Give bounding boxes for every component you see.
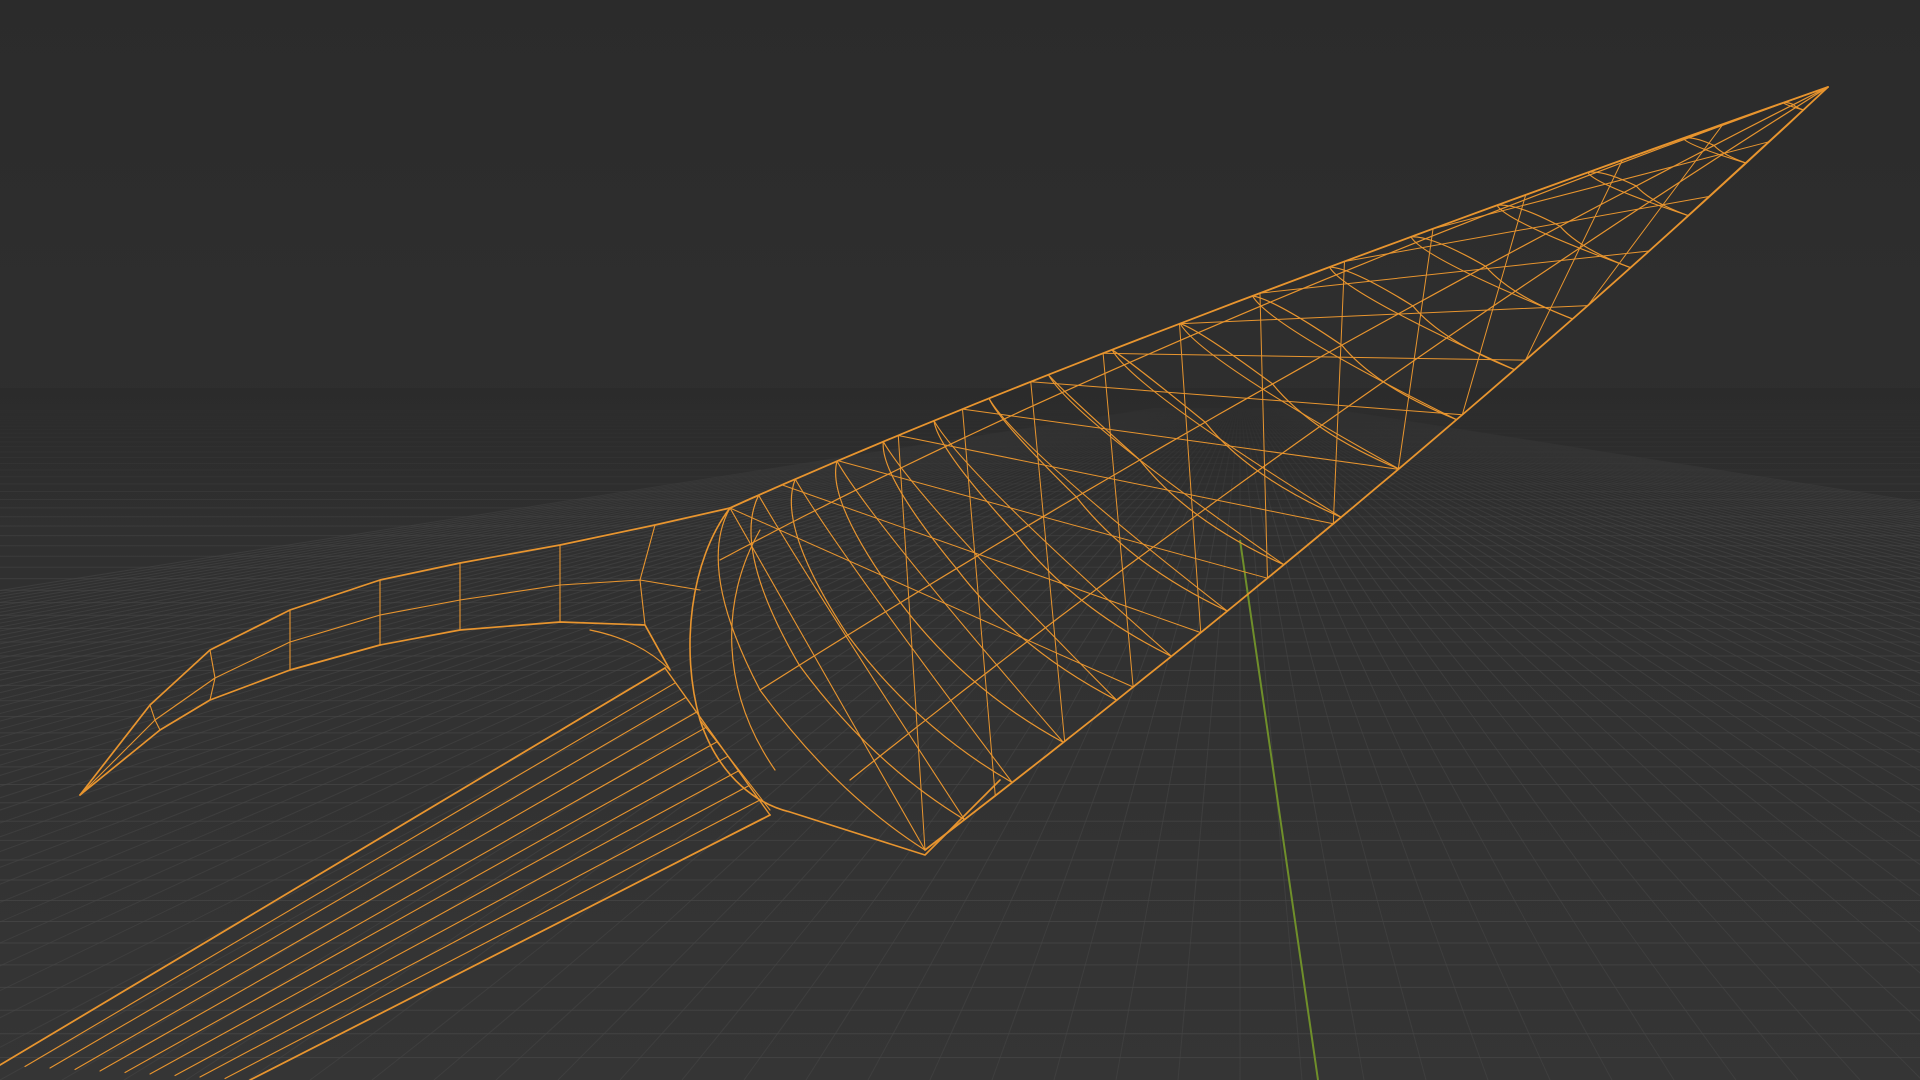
guard-hook-edge (79, 579, 701, 796)
grip-edge (49, 696, 687, 1069)
blade-lattice (1102, 352, 1134, 688)
blade-lattice (1179, 323, 1202, 634)
blade-lattice (1461, 194, 1527, 416)
sword-blade-wireframe[interactable] (0, 86, 1829, 1080)
grip-edge (174, 770, 740, 1077)
grip-edge (249, 814, 771, 1080)
blade-edge (719, 86, 1829, 561)
blade-cross-section (1047, 374, 1285, 566)
blade-cross-section (1111, 349, 1342, 518)
wireframe-mesh[interactable] (0, 0, 1920, 1080)
grip-edge (99, 726, 708, 1072)
grip-edge (224, 799, 761, 1080)
blade-cross-section (835, 460, 1064, 744)
grip-edge (199, 785, 750, 1078)
blade-cross-section-back (1179, 322, 1400, 470)
blade-lattice (1343, 195, 1711, 262)
blade-lattice (1397, 228, 1434, 470)
blade-lattice (1332, 260, 1345, 525)
guard-hook-edge (79, 507, 731, 796)
blade-lattice (1525, 86, 1829, 196)
blade-cross-section-back (1047, 374, 1285, 566)
blade-edge (759, 86, 1829, 691)
guard-hook-edge (79, 621, 671, 796)
blade-lattice (1030, 381, 1463, 416)
blade-cross-section (1179, 322, 1400, 470)
blade-lattice (961, 408, 1399, 470)
blade-lattice (897, 434, 1334, 525)
blade-lattice (1648, 86, 1829, 252)
blade-lattice (1102, 352, 1526, 361)
blade-edge (729, 86, 1829, 509)
grip-edge (124, 740, 719, 1074)
grip-edge (0, 667, 666, 1066)
grip-edge (74, 711, 698, 1071)
blade-lattice (1259, 292, 1268, 579)
guard-hook-section (639, 524, 656, 626)
blade-lattice (1030, 381, 1066, 742)
blade-lattice (897, 434, 926, 851)
guard-hook-section (209, 649, 216, 701)
blade-lattice (729, 507, 1134, 688)
blade-edge (849, 86, 1829, 781)
3d-viewport[interactable] (0, 0, 1920, 1080)
blade-cross-section (717, 507, 926, 851)
blade-base-inner (731, 529, 776, 771)
